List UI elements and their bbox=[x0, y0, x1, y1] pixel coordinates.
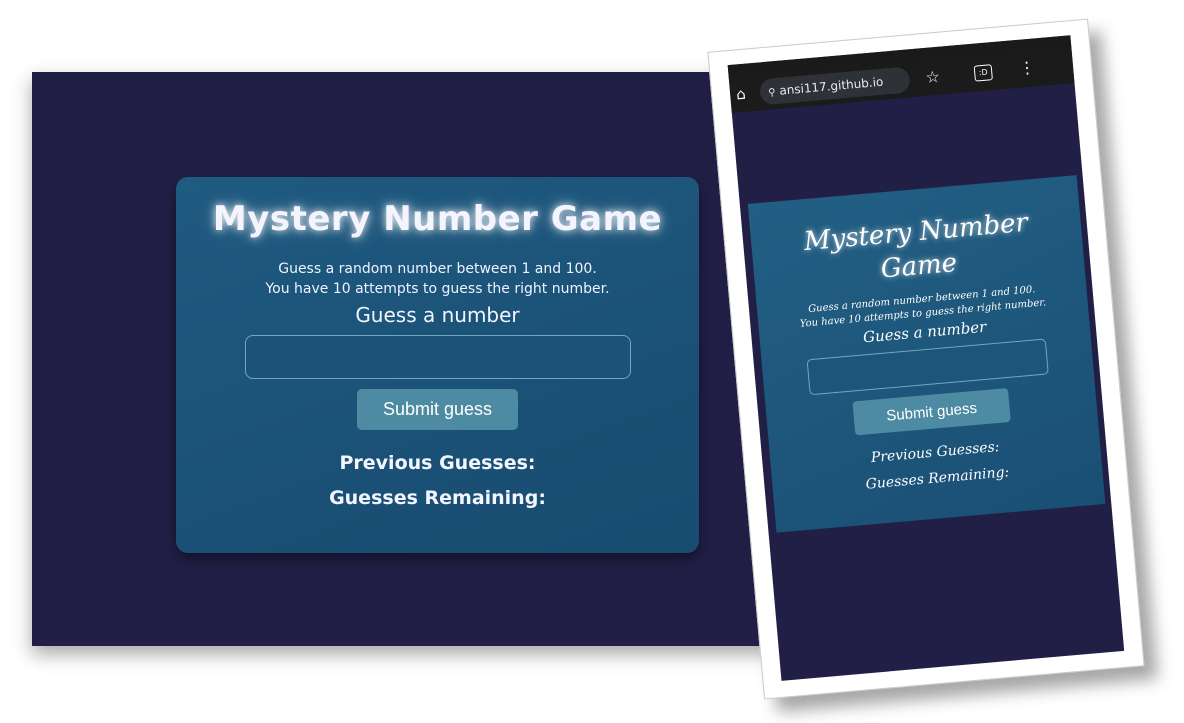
instructions-line-1: Guess a random number between 1 and 100. bbox=[278, 261, 597, 277]
mobile-game-title: Mystery Number Game bbox=[748, 175, 1085, 297]
mobile-screenshot: ⌂ ⚲ ansi117.github.io ☆ :D ⋮ Mystery Numb… bbox=[707, 18, 1145, 700]
mobile-submit-guess-button[interactable]: Submit guess bbox=[852, 387, 1011, 436]
home-icon[interactable]: ⌂ bbox=[735, 85, 746, 104]
guesses-remaining-label: Guesses Remaining: bbox=[329, 487, 546, 509]
desktop-screenshot: Mystery Number Game Guess a random numbe… bbox=[32, 72, 794, 646]
game-instructions: Guess a random number between 1 and 100.… bbox=[176, 259, 699, 299]
mobile-title-line-2: Game bbox=[879, 247, 959, 285]
guess-label: Guess a number bbox=[355, 303, 520, 327]
mobile-game-card: Mystery Number Game Guess a random numbe… bbox=[747, 175, 1106, 533]
submit-guess-button[interactable]: Submit guess bbox=[357, 389, 518, 430]
game-card: Mystery Number Game Guess a random numbe… bbox=[176, 177, 699, 553]
star-icon[interactable]: ☆ bbox=[925, 67, 941, 87]
url-text: ansi117.github.io bbox=[778, 74, 884, 98]
site-info-icon[interactable]: ⚲ bbox=[767, 80, 777, 105]
phone-screen: ⌂ ⚲ ansi117.github.io ☆ :D ⋮ Mystery Numb… bbox=[727, 35, 1125, 681]
guess-input[interactable] bbox=[244, 335, 631, 379]
game-title: Mystery Number Game bbox=[212, 199, 663, 239]
menu-icon[interactable]: ⋮ bbox=[1018, 57, 1036, 77]
address-bar[interactable]: ⚲ ansi117.github.io bbox=[759, 66, 911, 106]
previous-guesses-label: Previous Guesses: bbox=[339, 452, 536, 474]
tabs-icon[interactable]: :D bbox=[973, 64, 993, 82]
mobile-title-line-1: Mystery Number bbox=[802, 207, 1030, 258]
instructions-line-2: You have 10 attempts to guess the right … bbox=[265, 281, 610, 297]
